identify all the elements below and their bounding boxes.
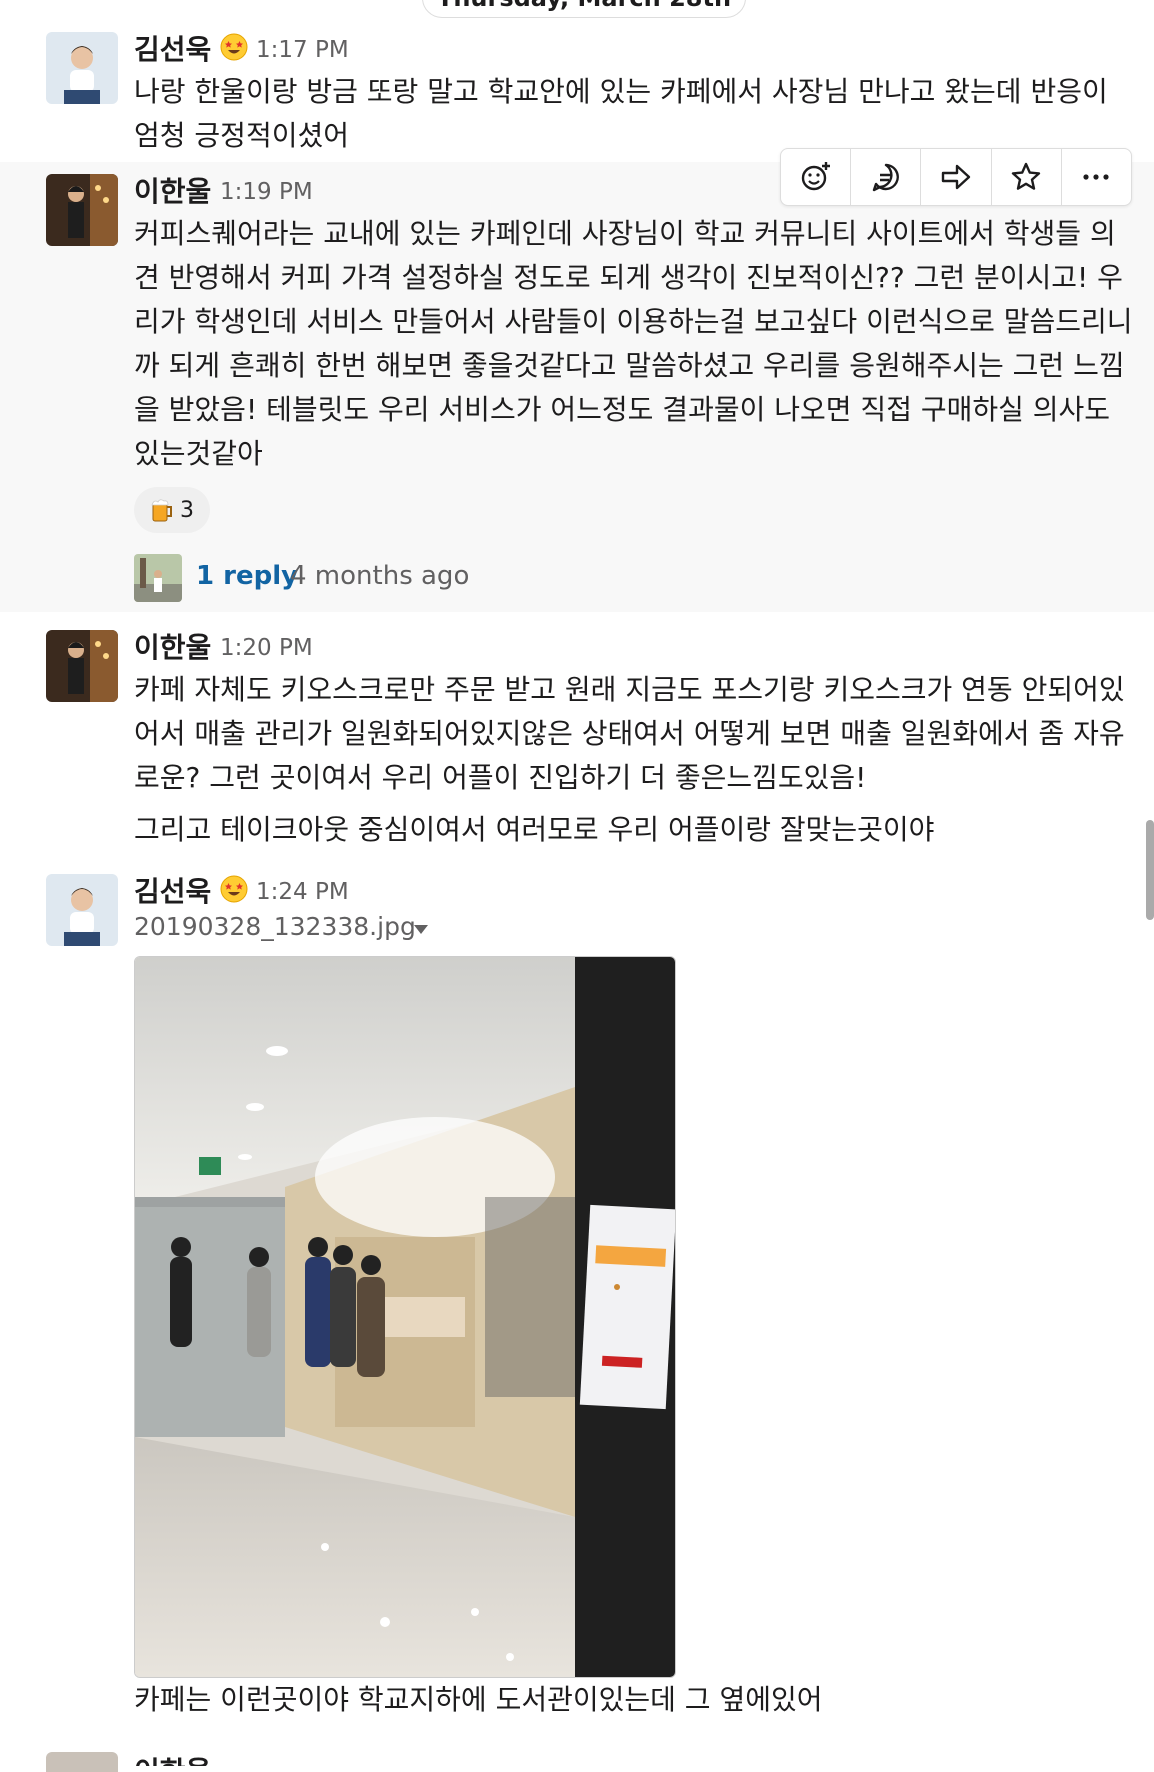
- reply-avatar: [134, 554, 182, 602]
- file-menu-caret-icon[interactable]: [414, 925, 428, 934]
- message-text: 카페는 이런곳이야 학교지하에 도서관이있는데 그 옆에있어: [134, 1683, 823, 1716]
- star-struck-emoji-icon[interactable]: [220, 33, 248, 61]
- scrollbar-thumb[interactable]: [1146, 820, 1154, 920]
- message-timestamp[interactable]: 1:19 PM: [220, 179, 313, 205]
- avatar-kim[interactable]: [46, 874, 118, 946]
- avatar-lee[interactable]: [46, 630, 118, 702]
- file-name[interactable]: 20190328_132338.jpg: [134, 912, 416, 941]
- message-author[interactable]: 이한울: [134, 626, 211, 666]
- reply-count-link[interactable]: 1 reply: [196, 561, 298, 591]
- message-author[interactable]: 김선욱: [134, 870, 211, 910]
- add-reaction-icon: [801, 162, 830, 191]
- last-reply-time: 4 months ago: [290, 561, 470, 591]
- message-timestamp[interactable]: 1:24 PM: [256, 879, 349, 905]
- reply-in-thread-button[interactable]: [851, 149, 922, 205]
- reply-in-thread-icon: [872, 163, 899, 192]
- avatar-kim[interactable]: [46, 32, 118, 104]
- message-1: 김선욱 1:17 PM 나랑 한울이랑 방금 또랑 말고 학교안에 있는 카페에…: [0, 20, 1154, 160]
- more-actions-icon: [1083, 174, 1110, 180]
- message-text: 카페 자체도 키오스크로만 주문 받고 원래 지금도 포스기랑 키오스크가 연동…: [134, 673, 1125, 794]
- message-actions-toolbar: [780, 148, 1132, 206]
- reaction-count: 3: [180, 497, 194, 523]
- message-timestamp[interactable]: 1:20 PM: [220, 635, 313, 661]
- message-author[interactable]: 김선욱: [134, 28, 211, 68]
- date-divider: Thursday, March 28th: [0, 0, 1154, 18]
- message-author[interactable]: 이한울: [134, 170, 211, 210]
- message-text: 커피스퀘어라는 교내에 있는 카페인데 사장님이 학교 커뮤니티 사이트에서 학…: [134, 217, 1133, 470]
- share-message-button[interactable]: [921, 149, 992, 205]
- message-timestamp[interactable]: 1:17 PM: [256, 37, 349, 63]
- message-2: 이한울 1:19 PM 커피스퀘어라는 교내에 있는 카페인데 사장님이 학교 …: [0, 162, 1154, 612]
- save-star-icon: [1012, 162, 1041, 190]
- beer-mug-emoji-icon: [151, 499, 172, 522]
- cafe-photo: [135, 957, 675, 1677]
- avatar-lee[interactable]: [46, 174, 118, 246]
- add-reaction-button[interactable]: [781, 149, 852, 205]
- message-text-followup: 그리고 테이크아웃 중심이여서 여러모로 우리 어플이랑 잘맞는곳이야: [134, 813, 935, 846]
- share-message-icon: [941, 164, 971, 190]
- date-divider-label[interactable]: Thursday, March 28th: [422, 0, 746, 18]
- message-author-partial[interactable]: 이한울: [134, 1750, 211, 1766]
- avatar-next-partial[interactable]: [46, 1752, 118, 1772]
- image-attachment[interactable]: [134, 956, 676, 1678]
- star-struck-emoji-icon[interactable]: [220, 875, 248, 903]
- save-message-button[interactable]: [992, 149, 1062, 205]
- reaction-pill[interactable]: 3: [134, 487, 210, 533]
- more-actions-button[interactable]: [1062, 149, 1131, 205]
- message-text: 나랑 한울이랑 방금 또랑 말고 학교안에 있는 카페에서 사장님 만나고 왔는…: [134, 75, 1108, 152]
- message-3: 이한울 1:20 PM 카페 자체도 키오스크로만 주문 받고 원래 지금도 포…: [0, 618, 1154, 850]
